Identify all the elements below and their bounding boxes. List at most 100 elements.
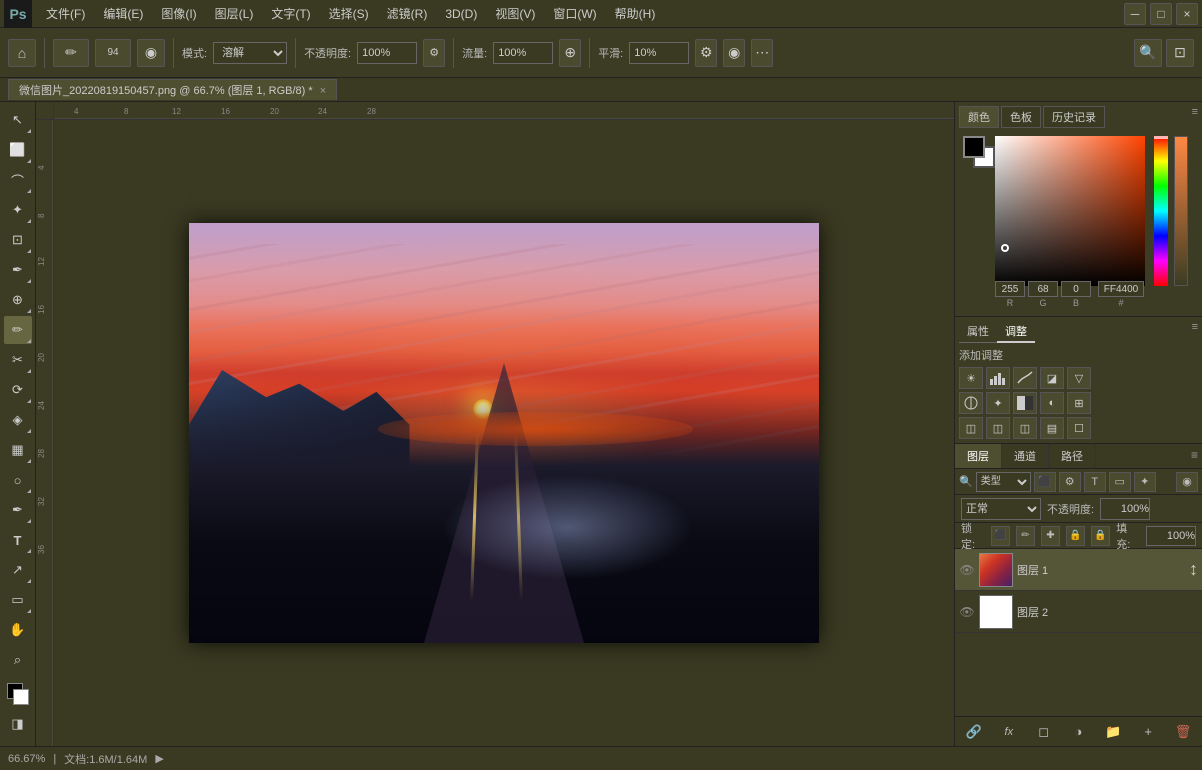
layer-visibility-2[interactable]: 👁: [959, 604, 975, 620]
flow-input[interactable]: [493, 42, 553, 64]
adj-bw[interactable]: [1013, 392, 1037, 414]
color-r-input[interactable]: [995, 281, 1025, 297]
brush-preset[interactable]: ✏: [53, 39, 89, 67]
tablet-pressure[interactable]: ◉: [723, 39, 745, 67]
airbrush-btn[interactable]: ⊕: [559, 39, 581, 67]
tool-gradient[interactable]: ▦: [4, 436, 32, 464]
layer-filter-smart[interactable]: ✦: [1134, 472, 1156, 492]
lock-image[interactable]: ✏: [1016, 526, 1035, 546]
tool-eraser[interactable]: ◈: [4, 406, 32, 434]
layer-row-1[interactable]: 👁 图层 1 ↕: [955, 549, 1202, 591]
menu-edit[interactable]: 编辑(E): [95, 3, 151, 24]
adj-posterize[interactable]: ◫: [1013, 417, 1037, 439]
swatches-tab[interactable]: 色板: [1001, 106, 1041, 128]
layer-row-2[interactable]: 👁 图层 2: [955, 591, 1202, 633]
color-hex-input[interactable]: [1098, 281, 1144, 297]
color-gradient[interactable]: [995, 136, 1145, 286]
adj-more-btn[interactable]: ≡: [1192, 321, 1198, 343]
fg-color-swatch[interactable]: [963, 136, 985, 158]
adj-tab-adjustments[interactable]: 调整: [997, 321, 1035, 343]
paths-tab[interactable]: 路径: [1049, 444, 1096, 468]
lock-all[interactable]: 🔒: [1091, 526, 1110, 546]
color-tab[interactable]: 颜色: [959, 106, 999, 128]
tool-brush[interactable]: ✏: [4, 316, 32, 344]
layer-link-btn[interactable]: 🔗: [963, 721, 985, 743]
tool-move[interactable]: ↖: [4, 106, 32, 134]
brush-shape[interactable]: ◉: [137, 39, 165, 67]
layer-delete-btn[interactable]: 🗑: [1172, 721, 1194, 743]
layer-filter-shape[interactable]: ▭: [1109, 472, 1131, 492]
color-picker[interactable]: R G B #: [959, 132, 1198, 312]
layer-adj-btn[interactable]: ◑: [1067, 721, 1089, 743]
alpha-slider[interactable]: [1174, 136, 1188, 286]
brush-extra[interactable]: ⋯: [751, 39, 773, 67]
window-minimize[interactable]: ─: [1124, 3, 1146, 25]
document-tab[interactable]: 微信图片_20220819150457.png @ 66.7% (图层 1, R…: [8, 79, 337, 100]
layer-opacity-input[interactable]: [1100, 498, 1150, 520]
tab-close-btn[interactable]: ×: [320, 85, 326, 97]
smooth-input[interactable]: [629, 42, 689, 64]
layer-blend-select[interactable]: 正常 溶解 正片叠底: [961, 498, 1041, 520]
workspace-btn[interactable]: ⊡: [1166, 39, 1194, 67]
adj-brightness[interactable]: ☀: [959, 367, 983, 389]
layer-kind-select[interactable]: 类型: [976, 472, 1031, 492]
tool-crop[interactable]: ⊡: [4, 226, 32, 254]
menu-view[interactable]: 视图(V): [487, 3, 543, 24]
opacity-btn[interactable]: ⚙: [423, 39, 445, 67]
tool-rectangle[interactable]: ▭: [4, 586, 32, 614]
tool-hand[interactable]: ✋: [4, 616, 32, 644]
document-canvas[interactable]: [189, 223, 819, 643]
color-b-input[interactable]: [1061, 281, 1091, 297]
tool-zoom[interactable]: ⌕: [4, 646, 32, 674]
menu-3d[interactable]: 3D(D): [437, 5, 485, 23]
channels-tab[interactable]: 通道: [1002, 444, 1049, 468]
adj-colorbalance[interactable]: ✦: [986, 392, 1010, 414]
tool-dodge[interactable]: ○: [4, 466, 32, 494]
tool-history-brush[interactable]: ⟳: [4, 376, 32, 404]
tool-text[interactable]: T: [4, 526, 32, 554]
menu-select[interactable]: 选择(S): [321, 3, 377, 24]
tool-path-select[interactable]: ↗: [4, 556, 32, 584]
adj-tab-properties[interactable]: 属性: [959, 321, 997, 343]
color-g-input[interactable]: [1028, 281, 1058, 297]
panel-more-btn[interactable]: ≡: [1192, 106, 1198, 128]
adj-gradientmap[interactable]: ☐: [1067, 417, 1091, 439]
adj-channelmixer[interactable]: ⊞: [1067, 392, 1091, 414]
history-tab[interactable]: 历史记录: [1043, 106, 1105, 128]
layer-fx-btn[interactable]: fx: [998, 721, 1020, 743]
window-close[interactable]: ×: [1176, 3, 1198, 25]
menu-layer[interactable]: 图层(L): [207, 3, 262, 24]
canvas-viewport[interactable]: [54, 120, 954, 746]
blend-mode-select[interactable]: 溶解 正常 正片叠底: [213, 42, 287, 64]
adj-vibrance[interactable]: ▽: [1067, 367, 1091, 389]
layer-filter-pixel[interactable]: ⬛: [1034, 472, 1056, 492]
lock-artboard[interactable]: 🔒: [1066, 526, 1085, 546]
adj-exposure[interactable]: ◪: [1040, 367, 1064, 389]
layer-group-btn[interactable]: 📁: [1102, 721, 1124, 743]
layer-filter-adj[interactable]: ⚙: [1059, 472, 1081, 492]
lock-position[interactable]: ✚: [1041, 526, 1060, 546]
lock-pixels[interactable]: ⬛: [991, 526, 1010, 546]
adj-levels[interactable]: [986, 367, 1010, 389]
layer-visibility-1[interactable]: 👁: [959, 562, 975, 578]
smooth-settings[interactable]: ⚙: [695, 39, 717, 67]
menu-text[interactable]: 文字(T): [263, 3, 318, 24]
layer-mask-btn[interactable]: ◻: [1033, 721, 1055, 743]
tool-clone[interactable]: ✂: [4, 346, 32, 374]
layer-fill-input[interactable]: [1146, 526, 1196, 546]
layer-new-btn[interactable]: +: [1137, 721, 1159, 743]
opacity-input[interactable]: [357, 42, 417, 64]
home-button[interactable]: ⌂: [8, 39, 36, 67]
layer-filter-text[interactable]: T: [1084, 472, 1106, 492]
tool-heal[interactable]: ⊕: [4, 286, 32, 314]
tool-eyedropper[interactable]: ✒: [4, 256, 32, 284]
adj-colormatch[interactable]: ◫: [959, 417, 983, 439]
brush-size[interactable]: 94: [95, 39, 131, 67]
layers-more-btn[interactable]: ≡: [1187, 444, 1202, 468]
window-restore[interactable]: □: [1150, 3, 1172, 25]
tool-quickmask[interactable]: ◨: [4, 710, 32, 738]
adj-threshold[interactable]: ▤: [1040, 417, 1064, 439]
tool-magic-wand[interactable]: ✦: [4, 196, 32, 224]
tool-rect-select[interactable]: ⬜: [4, 136, 32, 164]
adj-curves[interactable]: [1013, 367, 1037, 389]
